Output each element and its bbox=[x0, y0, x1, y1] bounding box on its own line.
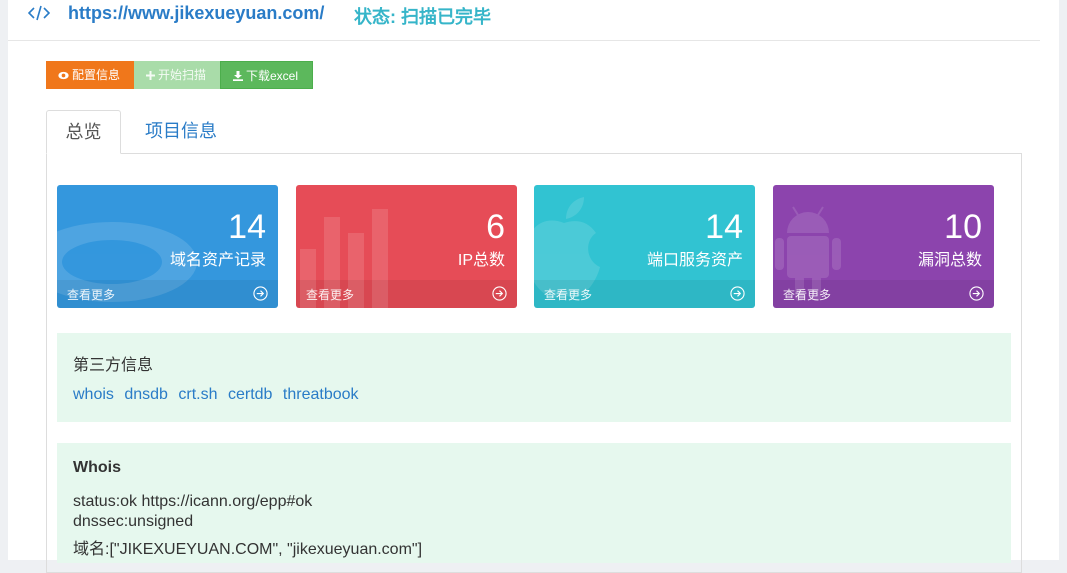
config-info-button[interactable]: 配置信息 bbox=[46, 61, 134, 89]
arrow-right-circle-icon[interactable] bbox=[969, 286, 984, 301]
code-icon bbox=[28, 5, 50, 21]
tab-project-info[interactable]: 项目信息 bbox=[138, 110, 224, 154]
stat-card-ip[interactable]: 6 IP总数 查看更多 bbox=[296, 185, 517, 308]
whois-line: status:ok https://icann.org/epp#ok bbox=[73, 493, 313, 510]
third-party-panel: 第三方信息 whois dnsdb crt.sh certdb threatbo… bbox=[57, 333, 1011, 422]
view-more-link[interactable]: 查看更多 bbox=[783, 286, 831, 303]
eye-icon bbox=[58, 71, 69, 80]
target-url[interactable]: https://www.jikexueyuan.com/ bbox=[68, 3, 324, 24]
link-threatbook[interactable]: threatbook bbox=[283, 386, 359, 403]
arrow-right-circle-icon[interactable] bbox=[730, 286, 745, 301]
stat-label: 漏洞总数 bbox=[917, 252, 982, 269]
stat-card-ports[interactable]: 14 端口服务资产 查看更多 bbox=[534, 185, 755, 308]
third-party-title: 第三方信息 bbox=[73, 357, 154, 374]
whois-line: 域名:["JIKEXUEYUAN.COM", "jikexueyuan.com"… bbox=[73, 541, 423, 558]
whois-line: dnssec:unsigned bbox=[73, 513, 194, 530]
download-icon bbox=[233, 71, 243, 81]
stat-value: 10 bbox=[944, 208, 982, 246]
link-whois[interactable]: whois bbox=[73, 386, 114, 403]
stat-card-vulns[interactable]: 10 漏洞总数 查看更多 bbox=[773, 185, 994, 308]
view-more-link[interactable]: 查看更多 bbox=[306, 286, 354, 303]
link-dnsdb[interactable]: dnsdb bbox=[124, 386, 168, 403]
stat-value: 6 bbox=[486, 208, 505, 246]
stat-label: 端口服务资产 bbox=[646, 252, 743, 269]
config-info-label: 配置信息 bbox=[72, 68, 121, 82]
page-header: https://www.jikexueyuan.com/ 状态: 扫描已完毕 bbox=[8, 0, 1040, 41]
card-footer: 查看更多 bbox=[773, 280, 994, 308]
download-excel-label: 下载excel bbox=[246, 69, 299, 83]
stat-value: 14 bbox=[228, 208, 266, 246]
arrow-right-circle-icon[interactable] bbox=[492, 286, 507, 301]
link-certdb[interactable]: certdb bbox=[228, 386, 272, 403]
tab-overview[interactable]: 总览 bbox=[46, 110, 121, 154]
stat-card-domains[interactable]: 14 域名资产记录 查看更多 bbox=[57, 185, 278, 308]
whois-panel: Whois status:ok https://icann.org/epp#ok… bbox=[57, 443, 1011, 563]
stat-value: 14 bbox=[705, 208, 743, 246]
view-more-link[interactable]: 查看更多 bbox=[544, 286, 592, 303]
arrow-right-circle-icon[interactable] bbox=[253, 286, 268, 301]
start-scan-button[interactable]: 开始扫描 bbox=[134, 61, 220, 89]
link-crtsh[interactable]: crt.sh bbox=[178, 386, 217, 403]
download-excel-button[interactable]: 下载excel bbox=[220, 61, 313, 89]
card-footer: 查看更多 bbox=[296, 280, 517, 308]
plus-icon bbox=[146, 71, 155, 80]
stat-label: IP总数 bbox=[457, 252, 505, 269]
whois-title: Whois bbox=[73, 459, 121, 476]
card-footer: 查看更多 bbox=[534, 280, 755, 308]
view-more-link[interactable]: 查看更多 bbox=[67, 286, 115, 303]
scan-status: 状态: 扫描已完毕 bbox=[354, 7, 491, 27]
stat-label: 域名资产记录 bbox=[169, 252, 266, 269]
start-scan-label: 开始扫描 bbox=[158, 68, 207, 82]
third-party-links: whois dnsdb crt.sh certdb threatbook bbox=[73, 386, 365, 404]
card-footer: 查看更多 bbox=[57, 280, 278, 308]
